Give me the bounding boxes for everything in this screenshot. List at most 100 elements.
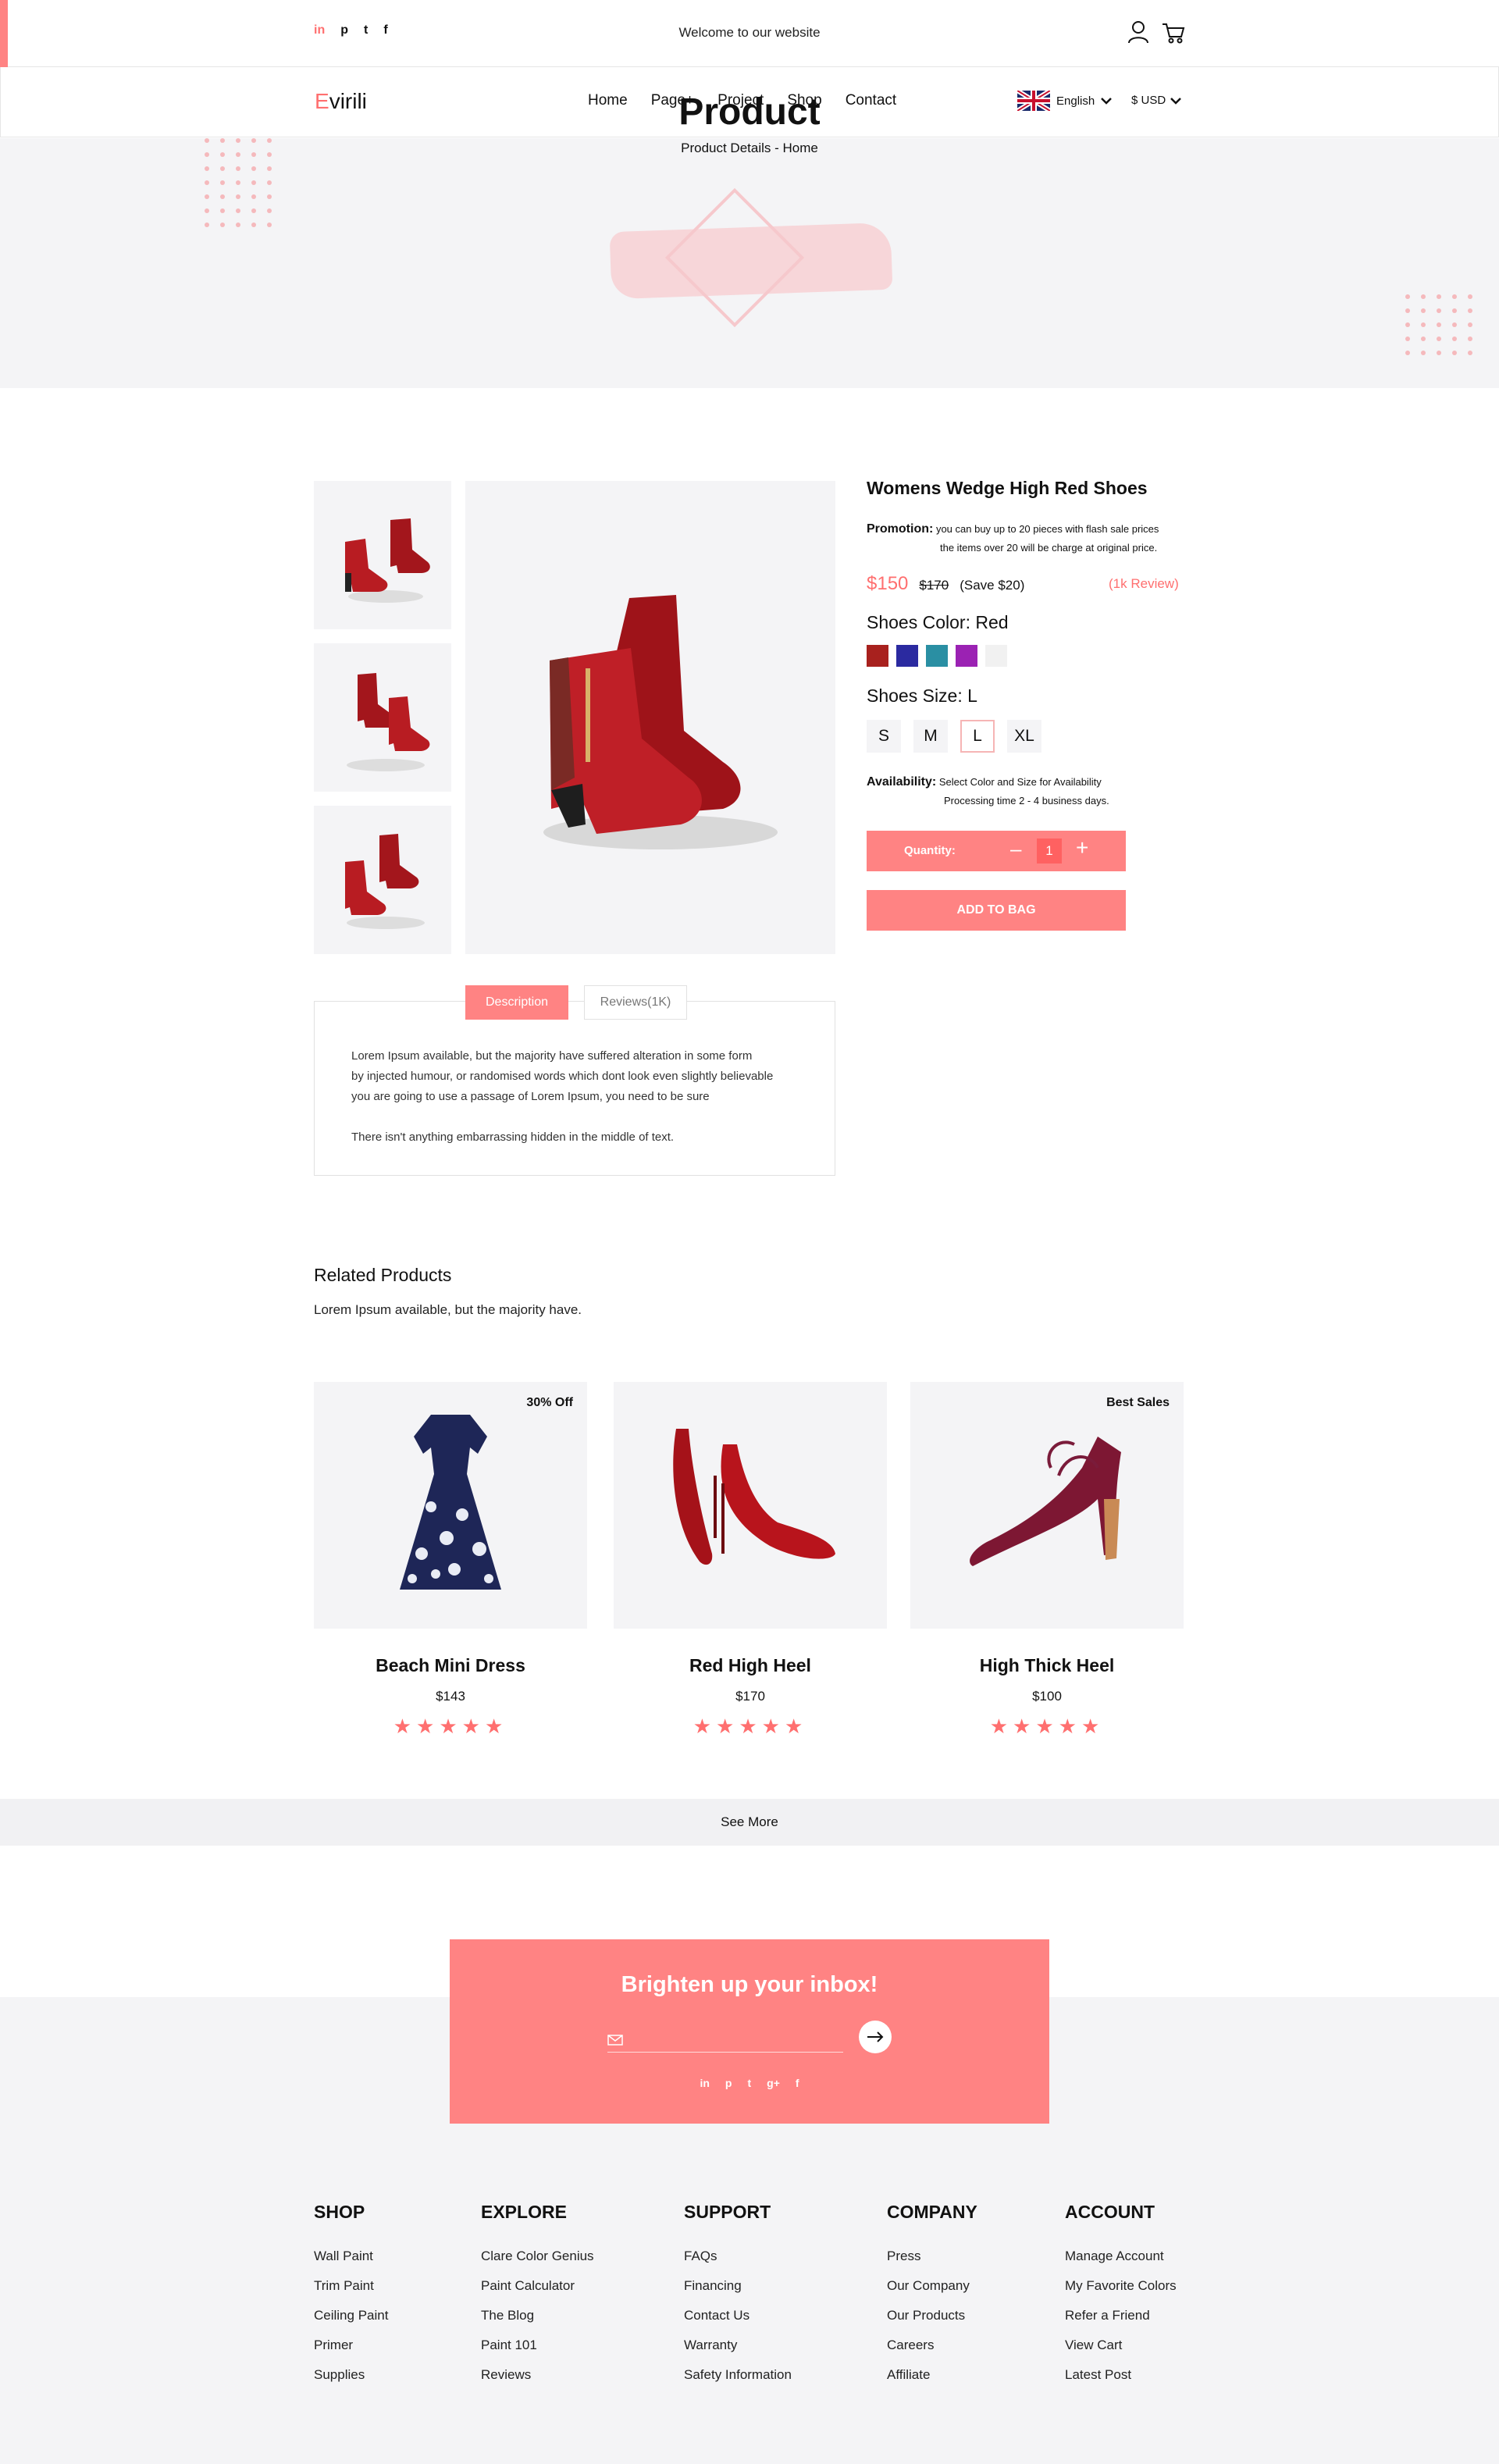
color-swatch-teal[interactable] — [926, 645, 948, 667]
quantity-value[interactable]: 1 — [1037, 839, 1062, 863]
size-option-xl[interactable]: XL — [1007, 720, 1041, 753]
see-more-button[interactable]: See More — [0, 1799, 1499, 1846]
footer-link[interactable]: Manage Account — [1065, 2241, 1177, 2271]
quantity-label: Quantity: — [904, 844, 956, 857]
product-card-image[interactable]: 30% Off — [314, 1382, 587, 1629]
linkedin-icon[interactable]: in — [700, 2077, 709, 2089]
color-swatches — [867, 645, 1007, 667]
review-link[interactable]: (1k Review) — [1109, 576, 1179, 592]
facebook-icon[interactable]: f — [796, 2077, 799, 2089]
footer-column-title: SHOP — [314, 2202, 365, 2222]
size-options: S M L XL — [867, 720, 1041, 753]
star-rating: ★★★★★ — [693, 1714, 808, 1738]
promotion-line: you can buy up to 20 pieces with flash s… — [935, 523, 1159, 535]
footer-link[interactable]: Supplies — [314, 2360, 388, 2390]
color-swatch-white[interactable] — [985, 645, 1007, 667]
top-bar: in p t f Welcome to our website — [0, 0, 1499, 67]
google-plus-icon[interactable]: g+ — [767, 2077, 780, 2089]
product-card-name[interactable]: Red High Heel — [614, 1655, 887, 1676]
footer-link[interactable]: Our Company — [887, 2271, 977, 2301]
save-amount: (Save $20) — [960, 578, 1025, 593]
footer-link[interactable]: Our Products — [887, 2301, 977, 2330]
footer-link[interactable]: Latest Post — [1065, 2360, 1177, 2390]
best-sales-badge: Best Sales — [1106, 1396, 1170, 1409]
footer-link[interactable]: Affiliate — [887, 2360, 977, 2390]
description-paragraph: There isn't anything embarrassing hidden… — [351, 1131, 675, 1144]
availability-text: Availability: Select Color and Size for … — [867, 773, 1109, 810]
pinterest-icon[interactable]: p — [725, 2077, 732, 2089]
footer-link[interactable]: Safety Information — [684, 2360, 792, 2390]
promotion-label: Promotion: — [867, 522, 934, 536]
boot-image — [543, 595, 778, 849]
availability-label: Availability: — [867, 775, 937, 789]
subscribe-button[interactable] — [859, 2021, 892, 2053]
footer-link[interactable]: Refer a Friend — [1065, 2301, 1177, 2330]
diamond-decoration — [664, 187, 805, 328]
plus-button[interactable]: + — [1076, 835, 1088, 860]
boot-image — [345, 518, 430, 603]
tab-reviews[interactable]: Reviews(1K) — [584, 985, 687, 1020]
product-thumbnail[interactable] — [314, 806, 451, 954]
footer-link[interactable]: Wall Paint — [314, 2241, 388, 2271]
star-rating: ★★★★★ — [989, 1714, 1105, 1738]
email-input[interactable] — [607, 2052, 843, 2053]
promotion-text: Promotion: you can buy up to 20 pieces w… — [867, 520, 1195, 557]
footer-link[interactable]: FAQs — [684, 2241, 792, 2271]
footer-column-explore: EXPLORE Clare Color Genius Paint Calcula… — [481, 2202, 594, 2390]
footer-column-title: SUPPORT — [684, 2202, 771, 2222]
related-title: Related Products — [314, 1265, 452, 1285]
product-main-image[interactable] — [465, 481, 835, 954]
description-line: Lorem Ipsum available, but the majority … — [351, 1049, 753, 1063]
decor-dots — [1405, 294, 1474, 355]
footer-link[interactable]: Clare Color Genius — [481, 2241, 594, 2271]
color-swatch-red[interactable] — [867, 645, 888, 667]
footer-column-support: SUPPORT FAQs Financing Contact Us Warran… — [684, 2202, 792, 2390]
footer-link[interactable]: Trim Paint — [314, 2271, 388, 2301]
add-to-bag-button[interactable]: ADD TO BAG — [867, 890, 1126, 931]
footer-column-title: EXPLORE — [481, 2202, 567, 2222]
user-icon[interactable] — [1127, 20, 1150, 44]
footer-link[interactable]: Warranty — [684, 2330, 792, 2360]
footer-link[interactable]: Press — [887, 2241, 977, 2271]
product-thumbnail[interactable] — [314, 481, 451, 629]
minus-button[interactable]: – — [1010, 837, 1021, 861]
mail-icon — [607, 2035, 623, 2046]
size-option-s[interactable]: S — [867, 720, 901, 753]
footer-link[interactable]: Paint 101 — [481, 2330, 594, 2360]
footer-link[interactable]: My Favorite Colors — [1065, 2271, 1177, 2301]
description-line: by injected humour, or randomised words … — [351, 1070, 774, 1083]
footer-link[interactable]: Primer — [314, 2330, 388, 2360]
tab-description[interactable]: Description — [465, 985, 568, 1020]
footer-link[interactable]: Contact Us — [684, 2301, 792, 2330]
size-option-m[interactable]: M — [913, 720, 948, 753]
arrow-right-icon — [867, 2031, 884, 2042]
product-title: Womens Wedge High Red Shoes — [867, 478, 1148, 498]
color-swatch-blue[interactable] — [896, 645, 918, 667]
boot-image — [347, 673, 430, 771]
product-card-price: $100 — [1032, 1689, 1062, 1704]
footer-link[interactable]: The Blog — [481, 2301, 594, 2330]
product-card-name[interactable]: Beach Mini Dress — [314, 1655, 587, 1676]
size-label: Shoes Size: L — [867, 685, 977, 706]
twitter-icon[interactable]: t — [747, 2077, 751, 2089]
footer-link[interactable]: Paint Calculator — [481, 2271, 594, 2301]
related-subtitle: Lorem Ipsum available, but the majority … — [314, 1302, 582, 1317]
product-thumbnail[interactable] — [314, 643, 451, 792]
newsletter-title: Brighten up your inbox! — [621, 1972, 878, 1997]
product-card-price: $170 — [735, 1689, 765, 1704]
product-card-image[interactable] — [614, 1382, 887, 1629]
color-swatch-purple[interactable] — [956, 645, 977, 667]
description-line: you are going to use a passage of Lorem … — [351, 1090, 710, 1103]
footer-link[interactable]: Financing — [684, 2271, 792, 2301]
footer-link[interactable]: Careers — [887, 2330, 977, 2360]
footer-link[interactable]: View Cart — [1065, 2330, 1177, 2360]
product-card-image[interactable]: Best Sales — [910, 1382, 1184, 1629]
cart-icon[interactable] — [1162, 22, 1185, 44]
size-option-l[interactable]: L — [960, 720, 995, 753]
product-card-name[interactable]: High Thick Heel — [910, 1655, 1184, 1676]
footer-column-company: COMPANY Press Our Company Our Products C… — [887, 2202, 977, 2390]
welcome-text: Welcome to our website — [678, 25, 821, 40]
footer-link[interactable]: Reviews — [481, 2360, 594, 2390]
footer-link[interactable]: Ceiling Paint — [314, 2301, 388, 2330]
description-paragraph: Lorem Ipsum available, but the majority … — [351, 1046, 820, 1107]
